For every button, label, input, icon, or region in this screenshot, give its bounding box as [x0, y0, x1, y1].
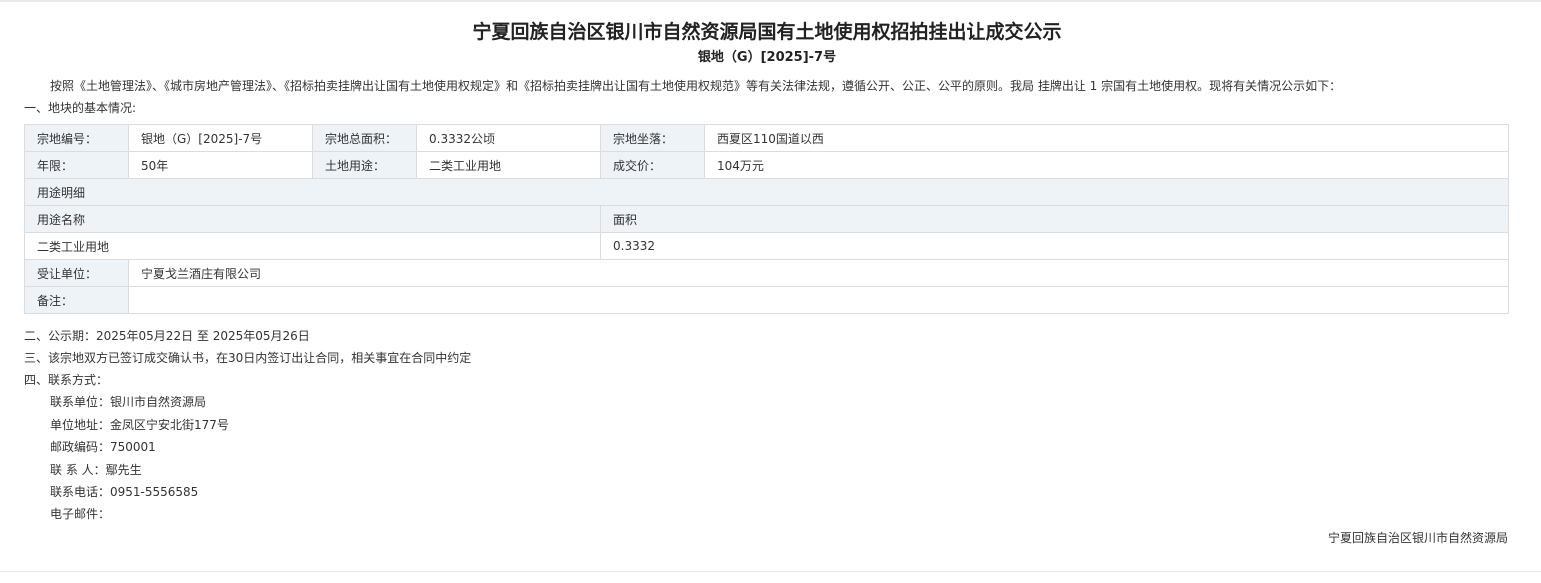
contact-postcode: 邮政编码：750001: [50, 440, 156, 454]
contact-address: 单位地址：金凤区宁安北街177号: [50, 418, 229, 432]
parcel-no-label: 宗地编号：: [24, 124, 129, 152]
use-label: 土地用途：: [312, 151, 417, 179]
notice-number: 银地（G）[2025]-7号: [697, 50, 837, 65]
use-name-value: 二类工业用地: [24, 232, 601, 260]
use-area-header: 面积: [600, 205, 1509, 233]
table-row: 用途明细: [24, 178, 1509, 206]
section-basic-info-heading: 一、地块的基本情况:: [24, 101, 137, 115]
price-label: 成交价：: [600, 151, 705, 179]
parcel-info-table: 宗地编号： 银地（G）[2025]-7号 宗地总面积： 0.3332公顷 宗地坐…: [24, 124, 1509, 314]
contact-person: 联 系 人：鄢先生: [50, 463, 142, 477]
table-row: 受让单位： 宁夏戈兰酒庄有限公司: [24, 259, 1509, 287]
buyer-value: 宁夏戈兰酒庄有限公司: [128, 259, 1509, 287]
section-contract: 三、该宗地双方已签订成交确认书，在30日内签订出让合同，相关事宜在合同中约定: [24, 351, 472, 365]
page-title: 宁夏回族自治区银川市自然资源局国有土地使用权招拍挂出让成交公示: [472, 21, 1062, 43]
remark-label: 备注：: [24, 286, 129, 314]
table-row: 二类工业用地 0.3332: [24, 232, 1509, 260]
table-row: 用途名称 面积: [24, 205, 1509, 233]
top-divider: [0, 0, 1541, 2]
area-value: 0.3332公顷: [416, 124, 601, 152]
issuing-organization: 宁夏回族自治区银川市自然资源局: [1327, 531, 1508, 545]
buyer-label: 受让单位：: [24, 259, 129, 287]
table-row: 年限： 50年 土地用途： 二类工业用地 成交价： 104万元: [24, 151, 1509, 179]
table-row: 宗地编号： 银地（G）[2025]-7号 宗地总面积： 0.3332公顷 宗地坐…: [24, 124, 1509, 152]
section-period: 二、公示期：2025年05月22日 至 2025年05月26日: [24, 329, 310, 343]
contact-phone: 联系电话：0951-5556585: [50, 485, 199, 499]
price-value: 104万元: [704, 151, 1509, 179]
use-name-header: 用途名称: [24, 205, 601, 233]
remark-value: [128, 286, 1509, 314]
section-contact-heading: 四、联系方式：: [24, 373, 109, 387]
use-value: 二类工业用地: [416, 151, 601, 179]
parcel-no-value: 银地（G）[2025]-7号: [128, 124, 313, 152]
location-value: 西夏区110国道以西: [704, 124, 1509, 152]
contact-unit: 联系单位：银川市自然资源局: [50, 395, 207, 409]
intro-paragraph: 按照《土地管理法》、《城市房地产管理法》、《招标拍卖挂牌出让国有土地使用权规定》…: [50, 79, 1342, 93]
location-label: 宗地坐落：: [600, 124, 705, 152]
term-value: 50年: [128, 151, 313, 179]
bottom-divider: [0, 571, 1541, 572]
use-area-value: 0.3332: [600, 232, 1509, 260]
use-detail-heading: 用途明细: [24, 178, 1509, 206]
term-label: 年限：: [24, 151, 129, 179]
contact-email: 电子邮件：: [50, 507, 111, 521]
area-label: 宗地总面积：: [312, 124, 417, 152]
table-row: 备注：: [24, 286, 1509, 314]
